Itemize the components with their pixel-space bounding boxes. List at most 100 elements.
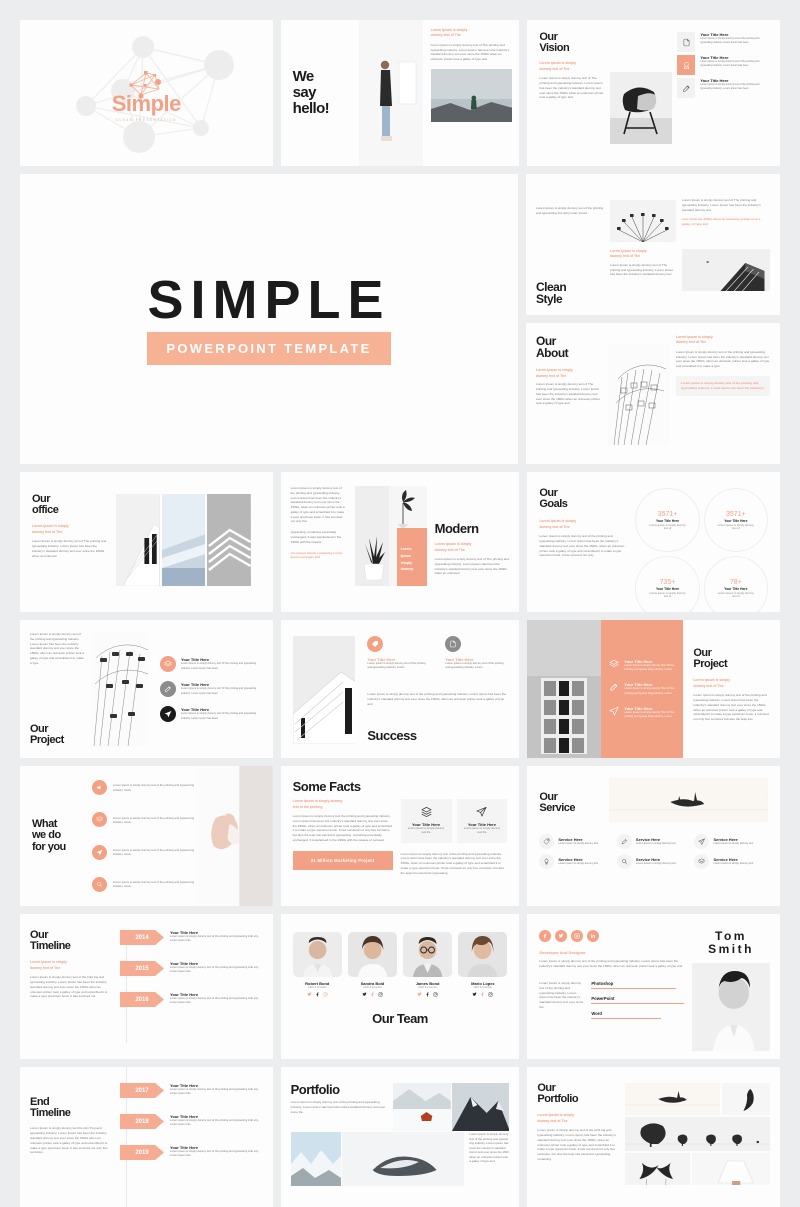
our-portfolio-image-2	[722, 1083, 770, 1115]
what-item-icon-2[interactable]	[92, 845, 107, 860]
timeline-axis	[126, 930, 127, 1043]
slide-our-project-b[interactable]: Your Title Here Lorem ipsum is simply du…	[527, 620, 780, 758]
what-item-icon-0[interactable]	[92, 780, 107, 795]
end-timeline-entry-2[interactable]: 2019 Your Title Here Lorem ipsum is simp…	[120, 1145, 263, 1160]
slide-our-timeline[interactable]: Our Timeline Lorem Ipsum is simply dummy…	[20, 914, 273, 1059]
service-item-icon-3[interactable]	[539, 854, 554, 869]
success-item-icon-0[interactable]	[367, 636, 383, 652]
profile-socials	[539, 930, 688, 942]
winter-trees-icon	[625, 1117, 770, 1151]
office-image-strip	[116, 472, 273, 612]
slide-success[interactable]: Your Title Here Lorem ipsum is simply du…	[281, 620, 520, 758]
timeline-entry-0[interactable]: 2014 Your Title Here Lorem ipsum is simp…	[120, 930, 263, 945]
timeline-entry-1[interactable]: 2015 Your Title Here Lorem ipsum is simp…	[120, 961, 263, 976]
vision-item-2: Your Title Here Lorem ipsum is simply du…	[700, 78, 770, 98]
clean-right-accent: ever since the 1500s when an unknown pri…	[682, 217, 770, 227]
slide-we-say-hello[interactable]: We say hello! Lorem I	[281, 20, 520, 166]
team-member-3[interactable]: Mario Lopez CEO & Founder	[458, 932, 507, 997]
slide-our-vision[interactable]: Our Vision Lorem Ipsum is simply dummy t…	[527, 20, 780, 166]
goal-stat-0[interactable]: 3571+ Your Title Here Lorem ipsum is sim…	[635, 488, 699, 552]
project-a-item-icon-0[interactable]	[160, 656, 176, 672]
hello-body: Lorem Ipsum is simply dummy text of The …	[431, 43, 513, 62]
boat-on-water-icon	[625, 1083, 720, 1115]
slide-our-service[interactable]: Our Service	[527, 766, 780, 906]
vision-item-1: Your Title Here Lorem ipsum is simply du…	[700, 55, 770, 75]
clean-bottom-text: Lorem Ipsum is simply dummy text of The …	[610, 249, 676, 291]
slide-our-office[interactable]: Our office Lorem Ipsum is simply dummy t…	[20, 472, 273, 612]
project-a-item-icon-2[interactable]	[160, 706, 176, 722]
slide-profile-tom-smith[interactable]: Developer And Designer Lorem ipsum is si…	[527, 914, 780, 1059]
facebook-icon[interactable]	[539, 930, 551, 942]
some-facts-body: Lorem Ipsum is simply dummy text the pri…	[293, 814, 393, 843]
slide-our-project-a[interactable]: Lorem Ipsum is simply dummy text of the …	[20, 620, 273, 758]
hello-heading: We say hello!	[293, 69, 329, 117]
instagram-icon[interactable]	[571, 930, 583, 942]
service-item-icon-1[interactable]	[617, 834, 632, 849]
service-item-icon-0[interactable]	[539, 834, 554, 849]
layers-icon	[164, 660, 172, 668]
project-a-left: Lorem Ipsum is simply dummy text of the …	[30, 632, 86, 746]
some-facts-accent-2: text of the printing	[293, 805, 393, 810]
vision-body: Lorem Ipsum is simply dummy text of The …	[539, 76, 605, 100]
person-gallery-image	[359, 20, 423, 166]
skill-1: PowerPoint	[591, 996, 688, 1004]
team-member-1[interactable]: Sandra Bold CEO & Founder	[348, 932, 397, 997]
service-item-body: Lorem ipsum is simply dummy text	[636, 862, 676, 866]
about-left-body: Lorem Ipsum is simply dummy text of The …	[536, 382, 604, 406]
service-items-grid: Service Here Lorem ipsum is simply dummy…	[539, 834, 768, 869]
service-item-icon-2[interactable]	[694, 834, 709, 849]
goal-stat-3[interactable]: 78+ Your Title Here Lorem ipsum is simpl…	[704, 556, 768, 612]
linkedin-icon[interactable]	[587, 930, 599, 942]
team-member-2[interactable]: James Bond CEO & Founder	[403, 932, 452, 997]
end-timeline-entry-body: Lorem ipsum is simply dummy text of the …	[170, 1088, 263, 1096]
success-item-icon-1[interactable]	[445, 636, 461, 652]
modern-right-text: Modern Lorem Ipsum is simply dummy text …	[435, 486, 510, 598]
vision-item-icon-1[interactable]	[677, 55, 695, 75]
megaphone-icon	[96, 784, 103, 791]
slide-portfolio[interactable]: Portfolio Lorem ipsum is simply dummy te…	[281, 1067, 520, 1207]
tag-icon	[543, 838, 550, 845]
end-timeline-entry-1[interactable]: 2018 Your Title Here Lorem ipsum is simp…	[120, 1114, 263, 1129]
skill-label: Photoshop	[591, 981, 688, 986]
service-item-0: Service Here Lorem ipsum is simply dummy…	[539, 834, 613, 849]
goal-stat-2[interactable]: 735+ Your Title Here Lorem ipsum is simp…	[635, 556, 699, 612]
slide-logo[interactable]: Simple CLEAN PRESENTATION	[20, 20, 273, 166]
skill-bar	[591, 1018, 661, 1019]
slide-our-portfolio[interactable]: Our Portfolio Lorem Ipsum is simply dumm…	[527, 1067, 780, 1207]
our-portfolio-image-4	[625, 1153, 690, 1185]
pen-icon	[621, 838, 628, 845]
success-body: Lorem ipsum is simply dummy text of the …	[367, 692, 507, 706]
team-member-0[interactable]: Robert Bond CEO & Founder	[293, 932, 342, 997]
what-item-icon-3[interactable]	[92, 877, 107, 892]
what-item-icon-1[interactable]	[92, 812, 107, 827]
marketing-project-button[interactable]: 31 Million Marketing Project	[293, 851, 393, 870]
slide-our-about[interactable]: Our About Lorem Ipsum is simply dummy te…	[526, 323, 780, 464]
service-item-icon-4[interactable]	[617, 854, 632, 869]
slide-modern[interactable]: Lorem Ipsum is simply dummy text of the …	[281, 472, 520, 612]
vision-item-icon-0[interactable]	[677, 32, 695, 52]
goal-body: Lorem ipsum is simply dummy text of	[715, 524, 756, 530]
goal-stat-1[interactable]: 3571+ Your Title Here Lorem ipsum is sim…	[704, 488, 768, 552]
slide-our-team[interactable]: Robert Bond CEO & Founder	[281, 914, 520, 1059]
slide-some-facts[interactable]: Some Facts Lorem Ipsum is simply dummy t…	[281, 766, 520, 906]
goal-title: Your Title Here	[724, 519, 747, 523]
slide-clean-style[interactable]: Lorem ipsum is simply dummy text of the …	[526, 174, 780, 315]
slide-what-we-do[interactable]: What we do for you Lorem ipsum is simply…	[20, 766, 273, 906]
office-accent-line-2: dummy text of The	[32, 530, 108, 535]
slide-our-goals[interactable]: Our Goals Lorem Ipsum is simply dummy te…	[527, 472, 780, 612]
fact-card-1[interactable]: Your Title Here Lorem Ipsum is simply du…	[457, 799, 508, 842]
fact-card-0[interactable]: Your Title Here Lorem Ipsum is simply du…	[401, 799, 452, 842]
person-standing-icon	[359, 20, 423, 166]
vision-item-icon-2[interactable]	[677, 78, 695, 98]
plants-image: Lorem Ipsum simply dummy	[355, 486, 427, 586]
search-icon	[96, 881, 103, 888]
end-timeline-entry-0[interactable]: 2017 Your Title Here Lorem ipsum is simp…	[120, 1083, 263, 1098]
goal-title: Your Title Here	[656, 587, 679, 591]
project-a-item-icon-1[interactable]	[160, 681, 176, 697]
service-item-icon-5[interactable]	[694, 854, 709, 869]
timeline-entry-2[interactable]: 2016 Your Title Here Lorem ipsum is simp…	[120, 992, 263, 1007]
twitter-icon[interactable]	[555, 930, 567, 942]
slide-title-hero[interactable]: SIMPLE POWERPOINT TEMPLATE	[20, 174, 518, 464]
slide-end-timeline[interactable]: End Timeline Lorem Ipsum is simply dummy…	[20, 1067, 273, 1207]
slide-row-5: What we do for you Lorem ipsum is simply…	[20, 766, 780, 906]
